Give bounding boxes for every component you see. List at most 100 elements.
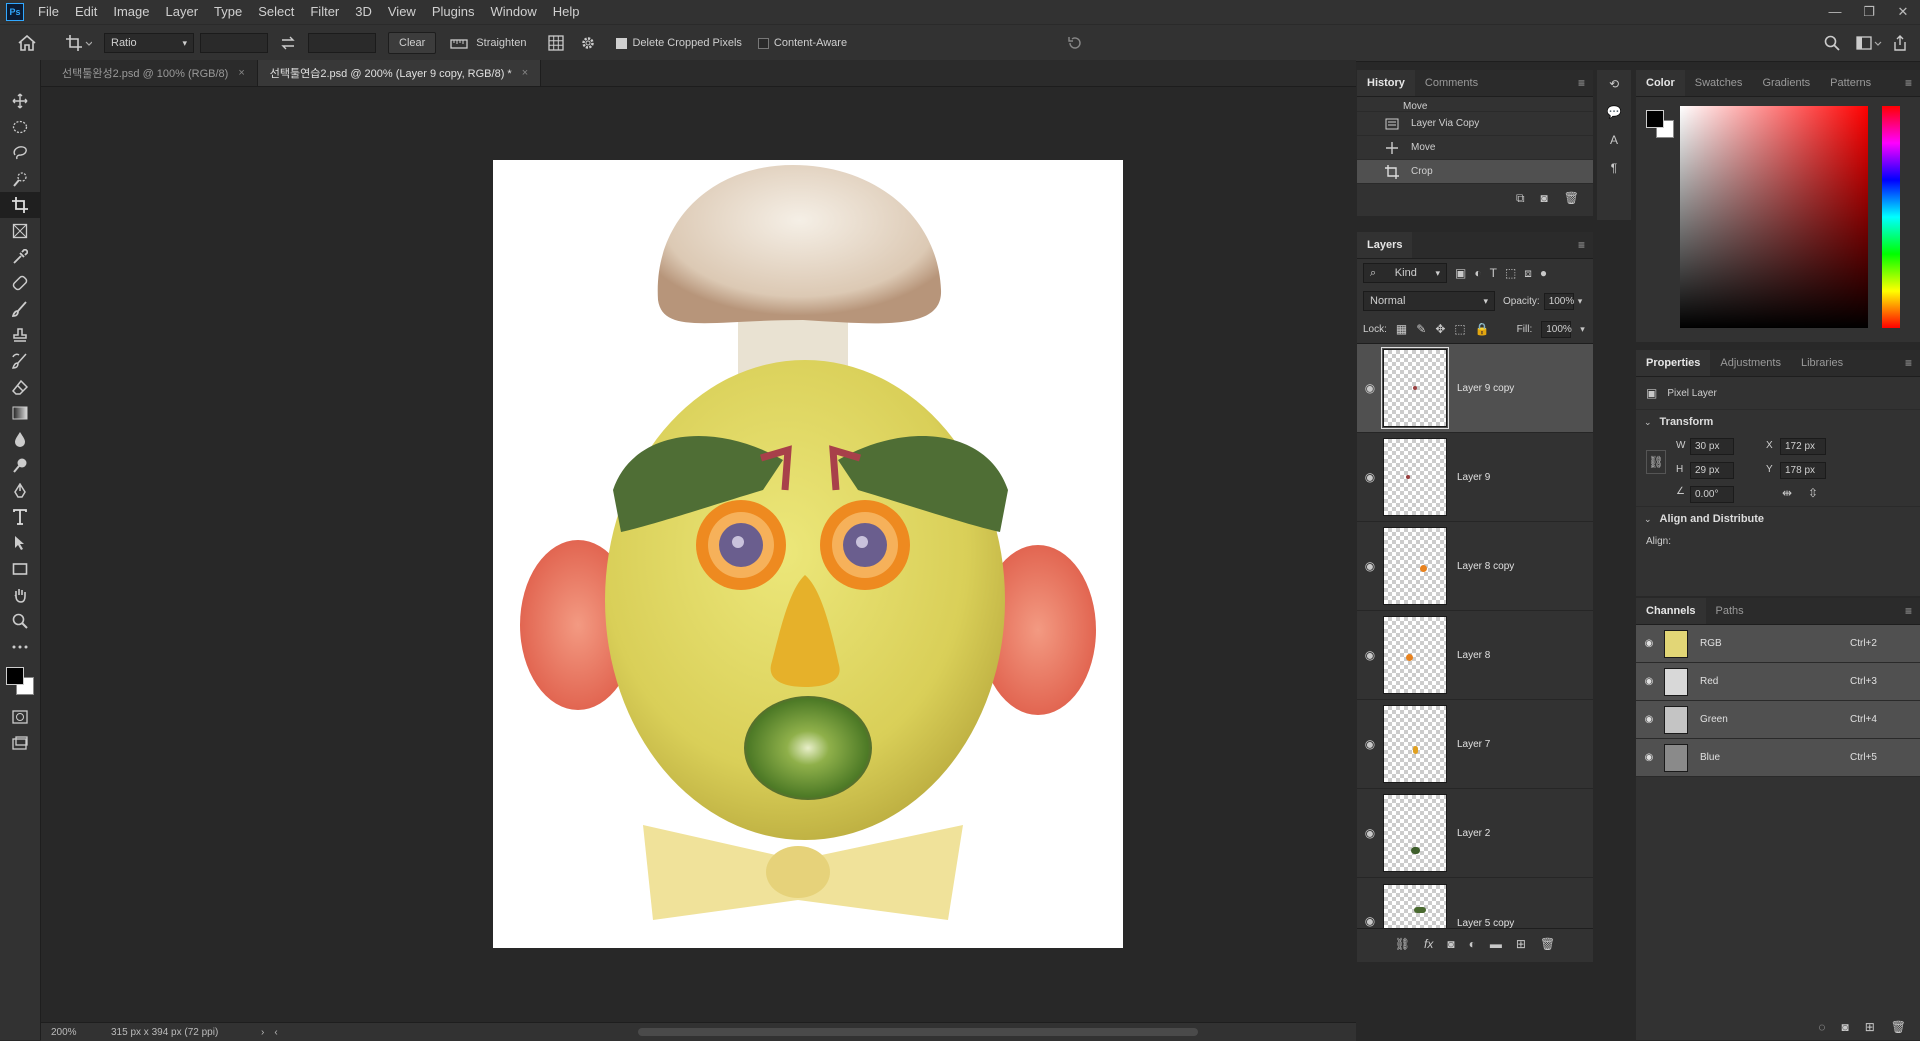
menu-filter[interactable]: Filter (302, 0, 347, 24)
delete-cropped-checkbox[interactable] (616, 37, 628, 49)
blur-tool-icon[interactable] (0, 426, 40, 452)
visibility-eye-icon[interactable]: ◉ (1357, 559, 1383, 573)
fx-icon[interactable]: fx (1424, 937, 1433, 951)
visibility-eye-icon[interactable]: ◉ (1636, 676, 1662, 687)
chevron-down-icon[interactable]: ▾ (1578, 296, 1583, 307)
visibility-eye-icon[interactable]: ◉ (1357, 826, 1383, 840)
tab-channels[interactable]: Channels (1636, 598, 1706, 624)
folder-icon[interactable]: ▬ (1490, 937, 1502, 951)
menu-select[interactable]: Select (250, 0, 302, 24)
flip-vertical-icon[interactable]: ⇳ (1808, 486, 1818, 500)
healing-brush-tool-icon[interactable] (0, 270, 40, 296)
chevron-right-icon[interactable]: › (261, 1027, 264, 1038)
filter-toggle-icon[interactable]: ● (1540, 266, 1547, 280)
new-layer-icon[interactable]: ⊞ (1516, 937, 1526, 951)
visibility-eye-icon[interactable]: ◉ (1357, 914, 1383, 928)
reset-icon[interactable] (1067, 36, 1083, 50)
menu-edit[interactable]: Edit (67, 0, 105, 24)
tab-swatches[interactable]: Swatches (1685, 70, 1753, 96)
channel-row-blue[interactable]: ◉ Blue Ctrl+5 (1636, 739, 1920, 777)
zoom-level[interactable]: 200% (51, 1027, 111, 1038)
adjustment-layer-icon[interactable]: ◐ (1469, 937, 1476, 951)
marquee-tool-icon[interactable] (0, 114, 40, 140)
transform-section-title[interactable]: Transform (1660, 416, 1714, 428)
history-item-selected[interactable]: Crop (1357, 160, 1593, 184)
width-input[interactable]: 30 px (1690, 438, 1734, 455)
crop-tool-icon[interactable] (0, 192, 40, 218)
trash-icon[interactable]: 🗑 (1891, 1020, 1906, 1034)
paragraph-panel-icon[interactable]: ¶ (1597, 154, 1631, 182)
trash-icon[interactable]: 🗑 (1564, 191, 1579, 205)
ratio-width-input[interactable] (200, 33, 268, 53)
history-item[interactable]: Move (1357, 136, 1593, 160)
history-item[interactable]: Layer Via Copy (1357, 112, 1593, 136)
photoshop-logo-icon[interactable]: Ps (6, 3, 24, 21)
layer-row[interactable]: ◉ Layer 9 (1357, 433, 1593, 522)
camera-icon[interactable]: ◙ (1541, 191, 1548, 205)
new-channel-icon[interactable]: ⊞ (1865, 1020, 1875, 1034)
tab-adjustments[interactable]: Adjustments (1710, 350, 1791, 376)
blend-mode-select[interactable]: Normal ▾ (1363, 291, 1495, 311)
menu-plugins[interactable]: Plugins (424, 0, 483, 24)
hue-slider[interactable] (1882, 106, 1900, 328)
rectangle-tool-icon[interactable] (0, 556, 40, 582)
eyedropper-tool-icon[interactable] (0, 244, 40, 270)
height-input[interactable]: 29 px (1690, 462, 1734, 479)
type-tool-icon[interactable] (0, 504, 40, 530)
zoom-tool-icon[interactable] (0, 608, 40, 634)
straighten-icon[interactable] (450, 36, 468, 50)
panel-menu-icon[interactable]: ≡ (1905, 604, 1912, 618)
layer-row[interactable]: ◉ Layer 9 copy (1357, 344, 1593, 433)
layer-row[interactable]: ◉ Layer 8 copy (1357, 522, 1593, 611)
panel-menu-icon[interactable]: ≡ (1578, 76, 1585, 90)
pen-tool-icon[interactable] (0, 478, 40, 504)
chevron-left-icon[interactable]: ‹ (274, 1027, 277, 1038)
align-section-title[interactable]: Align and Distribute (1660, 513, 1765, 525)
y-input[interactable]: 178 px (1780, 462, 1826, 479)
quick-selection-tool-icon[interactable] (0, 166, 40, 192)
tab-properties[interactable]: Properties (1636, 350, 1711, 376)
lock-artboard-icon[interactable]: ⬚ (1454, 322, 1465, 336)
channel-row-green[interactable]: ◉ Green Ctrl+4 (1636, 701, 1920, 739)
close-icon[interactable]: ✕ (1886, 0, 1920, 24)
opacity-input[interactable]: 100% (1543, 292, 1574, 310)
brush-tool-icon[interactable] (0, 296, 40, 322)
dodge-tool-icon[interactable] (0, 452, 40, 478)
lock-transparent-icon[interactable]: ▦ (1396, 322, 1407, 336)
visibility-eye-icon[interactable]: ◉ (1636, 752, 1662, 763)
delete-cropped-label[interactable]: Delete Cropped Pixels (632, 37, 741, 49)
link-icon[interactable]: ⛓ (1646, 450, 1666, 474)
menu-window[interactable]: Window (482, 0, 544, 24)
tab-paths[interactable]: Paths (1706, 598, 1754, 624)
history-panel-icon[interactable]: ⟲ (1597, 70, 1631, 98)
visibility-eye-icon[interactable]: ◉ (1357, 470, 1383, 484)
ratio-select[interactable]: Ratio ▾ (104, 33, 194, 53)
menu-help[interactable]: Help (545, 0, 588, 24)
tab-document-2[interactable]: 선택툴연습2.psd @ 200% (Layer 9 copy, RGB/8) … (257, 60, 542, 86)
tab-comments[interactable]: Comments (1415, 70, 1488, 96)
clear-button[interactable]: Clear (388, 32, 437, 54)
document-canvas[interactable] (493, 160, 1123, 948)
straighten-label[interactable]: Straighten (476, 37, 526, 49)
color-fg-bg-swatches[interactable] (1646, 110, 1676, 140)
layer-row[interactable]: ◉ Layer 8 (1357, 611, 1593, 700)
comments-panel-icon[interactable]: 💬 (1597, 98, 1631, 126)
restore-icon[interactable]: ❐ (1852, 0, 1886, 24)
menu-view[interactable]: View (380, 0, 424, 24)
close-tab-icon[interactable]: × (238, 67, 244, 79)
panel-menu-icon[interactable]: ≡ (1905, 356, 1912, 370)
home-icon[interactable] (18, 35, 36, 51)
chevron-down-icon[interactable]: ⌄ (1644, 417, 1652, 428)
new-document-from-state-icon[interactable]: ⧉ (1516, 191, 1525, 206)
crop-tool-preset-icon[interactable] (66, 35, 92, 51)
foreground-color-swatch[interactable] (6, 667, 24, 685)
layer-row[interactable]: ◉ Layer 2 (1357, 789, 1593, 878)
more-tools-icon[interactable] (0, 634, 40, 660)
filter-adjustment-icon[interactable]: ◐ (1474, 266, 1481, 280)
visibility-eye-icon[interactable]: ◉ (1636, 714, 1662, 725)
hand-tool-icon[interactable] (0, 582, 40, 608)
link-layers-icon[interactable]: ⛓ (1395, 937, 1410, 951)
clone-stamp-tool-icon[interactable] (0, 322, 40, 348)
channel-row-red[interactable]: ◉ Red Ctrl+3 (1636, 663, 1920, 701)
tab-history[interactable]: History (1357, 70, 1415, 96)
